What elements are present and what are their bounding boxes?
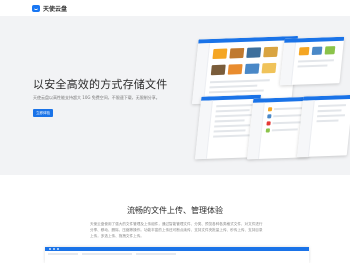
- cloud-logo-icon: [32, 4, 40, 12]
- try-now-button[interactable]: 立即体验: [33, 109, 53, 117]
- app-screenshot-right-bottom: [297, 94, 350, 158]
- hero-subtitle: 天使云盘以高性能支持超大 10G 免费空间，不限速下载，无限制分享。: [33, 95, 160, 100]
- features-description: 天使云盘使用了强大的文件管理及上传组件，通过智能管理文件、分类、预览各种各类格式…: [90, 222, 263, 238]
- app-screenshot-right-top: [279, 36, 345, 86]
- features-title: 流畅的文件上传、管理体验: [127, 206, 223, 215]
- hero-section: 以安全高效的方式存储文件 天使云盘以高性能支持超大 10G 免费空间，不限速下载…: [0, 16, 350, 175]
- logo-text: 天使云盘: [43, 5, 68, 13]
- site-logo[interactable]: 天使云盘: [32, 4, 68, 13]
- app-preview-row: [45, 251, 309, 257]
- app-preview-window: [45, 247, 309, 263]
- site-header: 天使云盘: [0, 0, 350, 16]
- hero-title: 以安全高效的方式存储文件: [33, 78, 168, 91]
